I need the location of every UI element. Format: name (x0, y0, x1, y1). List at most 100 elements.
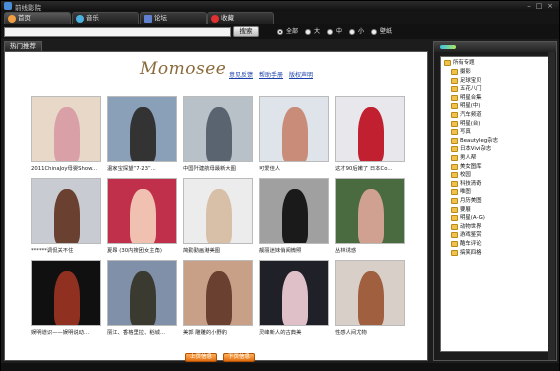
photo-card[interactable]: 2011ChinaJoy母婴Show... (31, 96, 103, 172)
photo-thumbnail[interactable] (335, 178, 405, 244)
photo-card[interactable]: 可爱佳人 (259, 96, 331, 172)
photo-thumbnail[interactable] (31, 260, 101, 326)
photo-card[interactable]: 夏昂 (30内搜团女主角) (107, 178, 179, 254)
photo-card[interactable]: 娱明道识——娱明说动... (31, 260, 103, 336)
photo-thumbnail[interactable] (31, 178, 101, 244)
category-item[interactable]: 要展 (451, 206, 471, 214)
folder-icon (444, 60, 451, 66)
photo-thumbnail[interactable] (259, 260, 329, 326)
photo-card[interactable]: 中国歼建航母最新大图 (183, 96, 255, 172)
folder-icon (451, 189, 458, 196)
photo-card[interactable]: 这才90后嫩了 日本Co... (335, 96, 407, 172)
close-icon[interactable]: × (546, 2, 554, 10)
category-item[interactable]: 动物世界 (451, 223, 482, 231)
photo-card[interactable]: 灵峰新人的古典美 (259, 260, 331, 336)
heart-icon (211, 15, 219, 23)
category-item[interactable]: 男人帮 (451, 154, 476, 162)
category-item[interactable]: 明星(A-G) (451, 214, 485, 222)
photo-thumbnail[interactable] (259, 178, 329, 244)
photo-caption[interactable]: 性感人间尤物 (335, 328, 407, 336)
photo-card[interactable]: 简勤勤画港美图 (183, 178, 255, 254)
folder-icon (451, 172, 458, 179)
photo-caption[interactable]: 灵峰新人的古典美 (259, 328, 331, 336)
photo-caption[interactable]: 美郭 雕雕的小野豹 (183, 328, 255, 336)
photo-thumbnail[interactable] (183, 96, 253, 162)
photo-caption[interactable]: 这才90后嫩了 日本Co... (335, 164, 407, 172)
photo-caption[interactable]: 丛林诱惑 (335, 246, 407, 254)
category-item[interactable]: 游戏鉴赏 (451, 231, 482, 239)
radio-icon (371, 29, 377, 35)
category-item[interactable]: 写真 (451, 128, 471, 136)
photo-card[interactable]: 美郭 雕雕的小野豹 (183, 260, 255, 336)
category-item[interactable]: 五花八门 (451, 85, 482, 93)
category-item[interactable]: 美女图库 (451, 163, 482, 171)
photo-thumbnail[interactable] (335, 96, 405, 162)
help-link[interactable]: 帮助手册 (259, 70, 283, 79)
photo-caption[interactable]: 中国歼建航母最新大图 (183, 164, 255, 172)
sidebar-scrollbar[interactable] (548, 52, 555, 360)
folder-icon (451, 120, 458, 127)
size-option-small[interactable]: 小 (349, 28, 364, 36)
category-item[interactable]: 汽车频道 (451, 111, 482, 119)
tab-home[interactable]: 首页 (4, 12, 71, 24)
category-item[interactable]: 明星(台) (451, 120, 480, 128)
category-item[interactable]: 唯图 (451, 188, 471, 196)
category-item[interactable]: 足球宝贝 (451, 77, 482, 85)
category-item[interactable]: Beautyleg杂志 (451, 137, 498, 145)
category-item[interactable]: 明星(中) (451, 102, 480, 110)
category-item[interactable]: 月历美图 (451, 197, 482, 205)
category-item[interactable]: 校园 (451, 171, 471, 179)
photo-card[interactable]: 丛林诱惑 (335, 178, 407, 254)
photo-caption[interactable]: 靓丽迷妹俏阅微照 (259, 246, 331, 254)
size-option-large[interactable]: 大 (305, 28, 320, 36)
feedback-link[interactable]: 意见反馈 (229, 70, 253, 79)
copyright-link[interactable]: 版权声明 (289, 70, 313, 79)
photo-caption[interactable]: 2011ChinaJoy母婴Show... (31, 164, 103, 172)
search-button[interactable]: 搜索 (233, 26, 259, 37)
photo-thumbnail[interactable] (107, 178, 177, 244)
category-item[interactable]: 搞笑四格 (451, 249, 482, 257)
category-item[interactable]: 明星合集 (451, 94, 482, 102)
minimize-icon[interactable]: – (525, 2, 533, 10)
size-option-all[interactable]: 全部 (277, 28, 298, 36)
size-option-medium[interactable]: 中 (327, 28, 342, 36)
category-item[interactable]: 日本Vivi杂志 (451, 145, 491, 153)
photo-thumbnail[interactable] (107, 96, 177, 162)
tree-root[interactable]: 所有专题 (444, 59, 475, 67)
photo-thumbnail[interactable] (183, 260, 253, 326)
photo-thumbnail[interactable] (183, 178, 253, 244)
site-logo: Momosee (140, 59, 227, 79)
prev-page-button[interactable]: 上页信息 (185, 353, 217, 362)
photo-caption[interactable]: 丽江、香格里拉、稻城... (107, 328, 179, 336)
photo-card[interactable]: 温家宝探望“7·23”... (107, 96, 179, 172)
photo-thumbnail[interactable] (259, 96, 329, 162)
photo-thumbnail[interactable] (107, 260, 177, 326)
photo-caption[interactable]: ******调侃关不住 (31, 246, 103, 254)
maximize-icon[interactable]: □ (535, 2, 543, 10)
tab-label: 首页 (18, 14, 31, 22)
folder-icon (451, 249, 458, 256)
size-option-wallpaper[interactable]: 壁纸 (371, 28, 392, 36)
photo-caption[interactable]: 简勤勤画港美图 (183, 246, 255, 254)
search-input[interactable] (4, 27, 231, 37)
photo-thumbnail[interactable] (31, 96, 101, 162)
photo-caption[interactable]: 温家宝探望“7·23”... (107, 164, 179, 172)
category-item[interactable]: 科技清奇 (451, 180, 482, 188)
tab-favorites[interactable]: 收藏 (207, 12, 274, 24)
photo-card[interactable]: ******调侃关不住 (31, 178, 103, 254)
status-bar (1, 363, 559, 371)
photo-caption[interactable]: 娱明道识——娱明说动... (31, 328, 103, 336)
photo-thumbnail[interactable] (335, 260, 405, 326)
category-item[interactable]: 摄影 (451, 68, 471, 76)
photo-card[interactable]: 丽江、香格里拉、稻城... (107, 260, 179, 336)
tab-hot-recommend[interactable]: 热门推荐 (4, 41, 42, 51)
photo-caption[interactable]: 可爱佳人 (259, 164, 331, 172)
folder-icon (451, 77, 458, 84)
photo-card[interactable]: 性感人间尤物 (335, 260, 407, 336)
photo-card[interactable]: 靓丽迷妹俏阅微照 (259, 178, 331, 254)
next-page-button[interactable]: 下页信息 (223, 353, 255, 362)
tab-forum[interactable]: 论坛 (140, 12, 207, 24)
category-item[interactable]: 酷车评论 (451, 240, 482, 248)
photo-caption[interactable]: 夏昂 (30内搜团女主角) (107, 246, 179, 254)
tab-music[interactable]: 音乐 (72, 12, 139, 24)
